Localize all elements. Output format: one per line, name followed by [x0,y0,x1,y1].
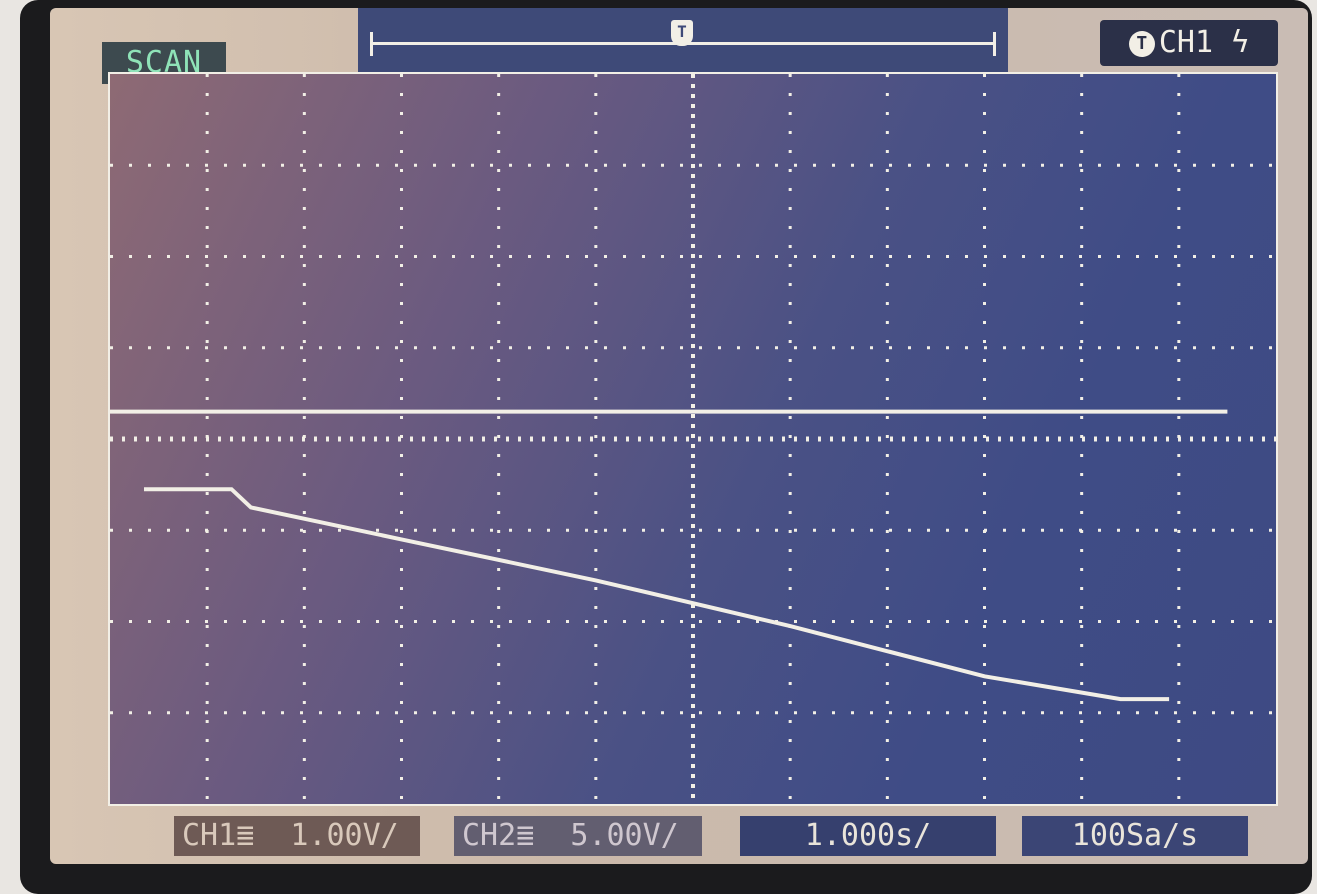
ch1-trace [144,487,1170,702]
timebar-right-cap [993,32,996,56]
trigger-source-label: CH1 ϟ [1158,25,1250,60]
timebase-readout: 1.000s/ [740,816,996,856]
timebase-text: 1.000s/ [804,818,932,853]
sample-rate-text: 100Sa/s [1071,818,1199,853]
ch1-scale-readout: CH1≣ 1.00V/ [174,816,420,856]
trigger-icon: T [1128,30,1155,57]
waveform-svg [110,74,1276,804]
memory-timebar: T [358,8,1008,72]
timebar-left-cap [370,32,373,56]
timebar-trigger-marker: T [671,20,693,46]
ch2-scale-text: CH2≣ 5.00V/ [462,818,679,853]
ch1-scale-text: CH1≣ 1.00V/ [182,818,399,853]
trigger-source-panel: T CH1 ϟ [1100,20,1278,66]
ch2-scale-readout: CH2≣ 5.00V/ [454,816,702,856]
oscilloscope-screen: SCAN T TCH1 ϟ T ↕ CH1≣ 1.00V/ CH2≣ 5.00V… [50,8,1308,864]
waveform-grid [108,72,1278,806]
sample-rate-readout: 100Sa/s [1022,816,1248,856]
